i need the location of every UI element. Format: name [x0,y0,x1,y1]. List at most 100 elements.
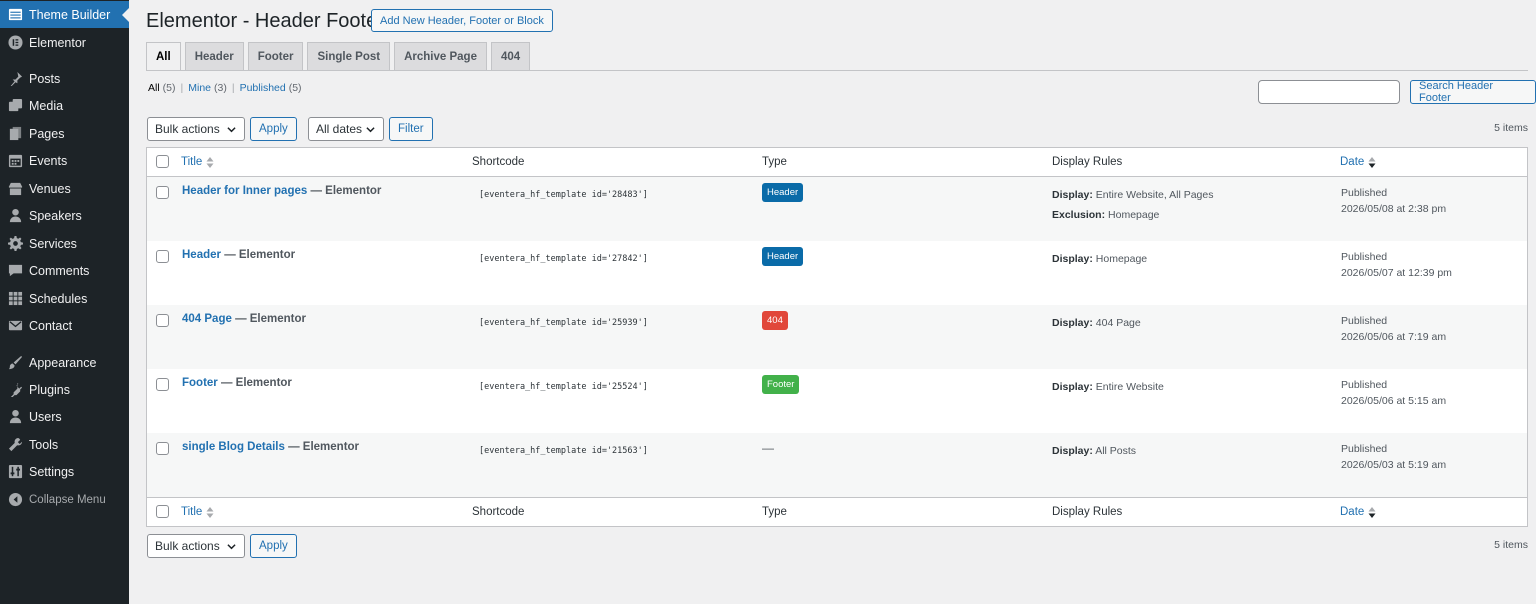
search-input[interactable] [1258,80,1400,104]
row-checkbox[interactable] [156,378,169,391]
sidebar-item-schedules[interactable]: Schedules [0,285,129,312]
tab-single-post[interactable]: Single Post [307,42,391,70]
row-title-suffix: — Elementor [221,249,296,261]
column-type: Type [762,506,787,518]
row-shortcode: [eventera_hf_template id='28483'] [479,190,648,200]
search-button[interactable]: Search Header Footer [1410,80,1536,104]
view-published-link[interactable]: Published [240,82,286,94]
row-shortcode: [eventera_hf_template id='27842'] [479,254,648,264]
select-all-checkbox[interactable] [156,155,169,168]
row-title[interactable]: 404 Page — Elementor [182,313,306,325]
separator: | [180,82,184,94]
column-date[interactable]: Date [1340,156,1376,168]
tab-header[interactable]: Header [184,42,244,70]
filter-button[interactable]: Filter [389,117,433,141]
row-title[interactable]: Header for Inner pages — Elementor [182,185,381,197]
collapse-menu-label: Collapse Menu [29,493,106,506]
row-date-value: 2026/05/06 at 5:15 am [1341,395,1447,407]
table-row: single Blog Details — Elementor [eventer… [147,433,1527,497]
sidebar-item-comments[interactable]: Comments [0,257,129,284]
row-status: Published [1341,251,1388,263]
date-filter-select[interactable]: All dates [308,117,384,141]
sidebar-item-events[interactable]: Events [0,147,129,174]
column-title[interactable]: Title [181,156,214,168]
row-display-rules: Display: Entire Website, All Pages Exclu… [1052,185,1213,225]
bulk-actions-select[interactable]: Bulk actions [147,117,245,141]
row-title-link[interactable]: single Blog Details [182,441,285,453]
tab-all[interactable]: All [146,42,181,71]
sidebar-item-label: Schedules [29,291,88,306]
tab-archive-page[interactable]: Archive Page [394,42,487,70]
select-all-checkbox[interactable] [156,505,169,518]
row-checkbox[interactable] [156,314,169,327]
row-display-rules: Display: 404 Page [1052,313,1141,333]
sort-desc-icon [1368,506,1376,518]
row-checkbox[interactable] [156,250,169,263]
sidebar-item-appearance[interactable]: Appearance [0,349,129,376]
sidebar-item-theme-builder[interactable]: Theme Builder [0,1,129,28]
sidebar-item-label: Speakers [29,208,82,223]
apply-button[interactable]: Apply [250,117,297,141]
apply-button-bottom[interactable]: Apply [250,534,297,558]
sidebar-item-label: Settings [29,464,75,479]
collapse-menu-button[interactable]: Collapse Menu [0,486,129,513]
sidebar-item-tools[interactable]: Tools [0,431,129,458]
grid-icon [7,291,23,307]
column-title[interactable]: Title [181,506,214,518]
add-new-button[interactable]: Add New Header, Footer or Block [371,9,553,32]
row-title-link[interactable]: Header [182,249,221,261]
type-empty: — [762,441,774,455]
display-value: Entire Website [1092,381,1164,393]
exclusion-value: Homepage [1105,209,1160,221]
users-icon [7,409,23,425]
row-date-value: 2026/05/06 at 7:19 am [1341,331,1447,343]
store-icon [7,181,23,197]
row-title-link[interactable]: Footer [182,377,218,389]
sidebar-item-elementor[interactable]: Elementor [0,29,129,56]
display-value: All Posts [1092,445,1137,457]
view-all-link[interactable]: All [148,82,160,94]
sort-desc-icon [1368,156,1376,168]
row-status: Published [1341,379,1388,391]
settings-icon [7,464,23,480]
tab-footer[interactable]: Footer [247,42,304,70]
row-checkbox[interactable] [156,442,169,455]
type-badge: 404 [762,311,788,330]
sidebar-item-label: Media [29,98,64,113]
sidebar-item-speakers[interactable]: Speakers [0,202,129,229]
column-date[interactable]: Date [1340,506,1376,518]
elementor-icon [7,35,23,51]
sidebar-item-pages[interactable]: Pages [0,120,129,147]
bulk-actions-select-bottom[interactable]: Bulk actions [147,534,245,558]
wrench-icon [7,437,23,453]
row-title-link[interactable]: Header for Inner pages [182,185,307,197]
sidebar-item-settings[interactable]: Settings [0,458,129,485]
row-title[interactable]: Footer — Elementor [182,377,292,389]
view-all-count: (5) [162,82,176,94]
view-mine-link[interactable]: Mine [188,82,211,94]
row-checkbox[interactable] [156,186,169,199]
sidebar-item-label: Services [29,236,77,251]
active-indicator [122,8,129,22]
calendar-icon [7,153,23,169]
exclusion-label: Exclusion: [1052,209,1106,221]
sidebar-item-venues[interactable]: Venues [0,175,129,202]
row-title[interactable]: Header — Elementor [182,249,295,261]
row-title-suffix: — Elementor [231,313,307,325]
sidebar-item-plugins[interactable]: Plugins [0,376,129,403]
sidebar-item-media[interactable]: Media [0,92,129,119]
row-title[interactable]: single Blog Details — Elementor [182,441,359,453]
column-shortcode: Shortcode [472,156,525,168]
media-icon [7,98,23,114]
sidebar-item-label: Elementor [29,35,86,50]
sort-icon [206,506,214,518]
sidebar-item-services[interactable]: Services [0,230,129,257]
column-display-rules: Display Rules [1052,156,1123,168]
sidebar-item-users[interactable]: Users [0,403,129,430]
sidebar-item-posts[interactable]: Posts [0,65,129,92]
row-title-link[interactable]: 404 Page [182,313,232,325]
row-date-value: 2026/05/08 at 2:38 pm [1341,203,1447,215]
tab-404[interactable]: 404 [490,42,531,70]
column-date-label: Date [1340,156,1365,168]
sidebar-item-contact[interactable]: Contact [0,312,129,339]
